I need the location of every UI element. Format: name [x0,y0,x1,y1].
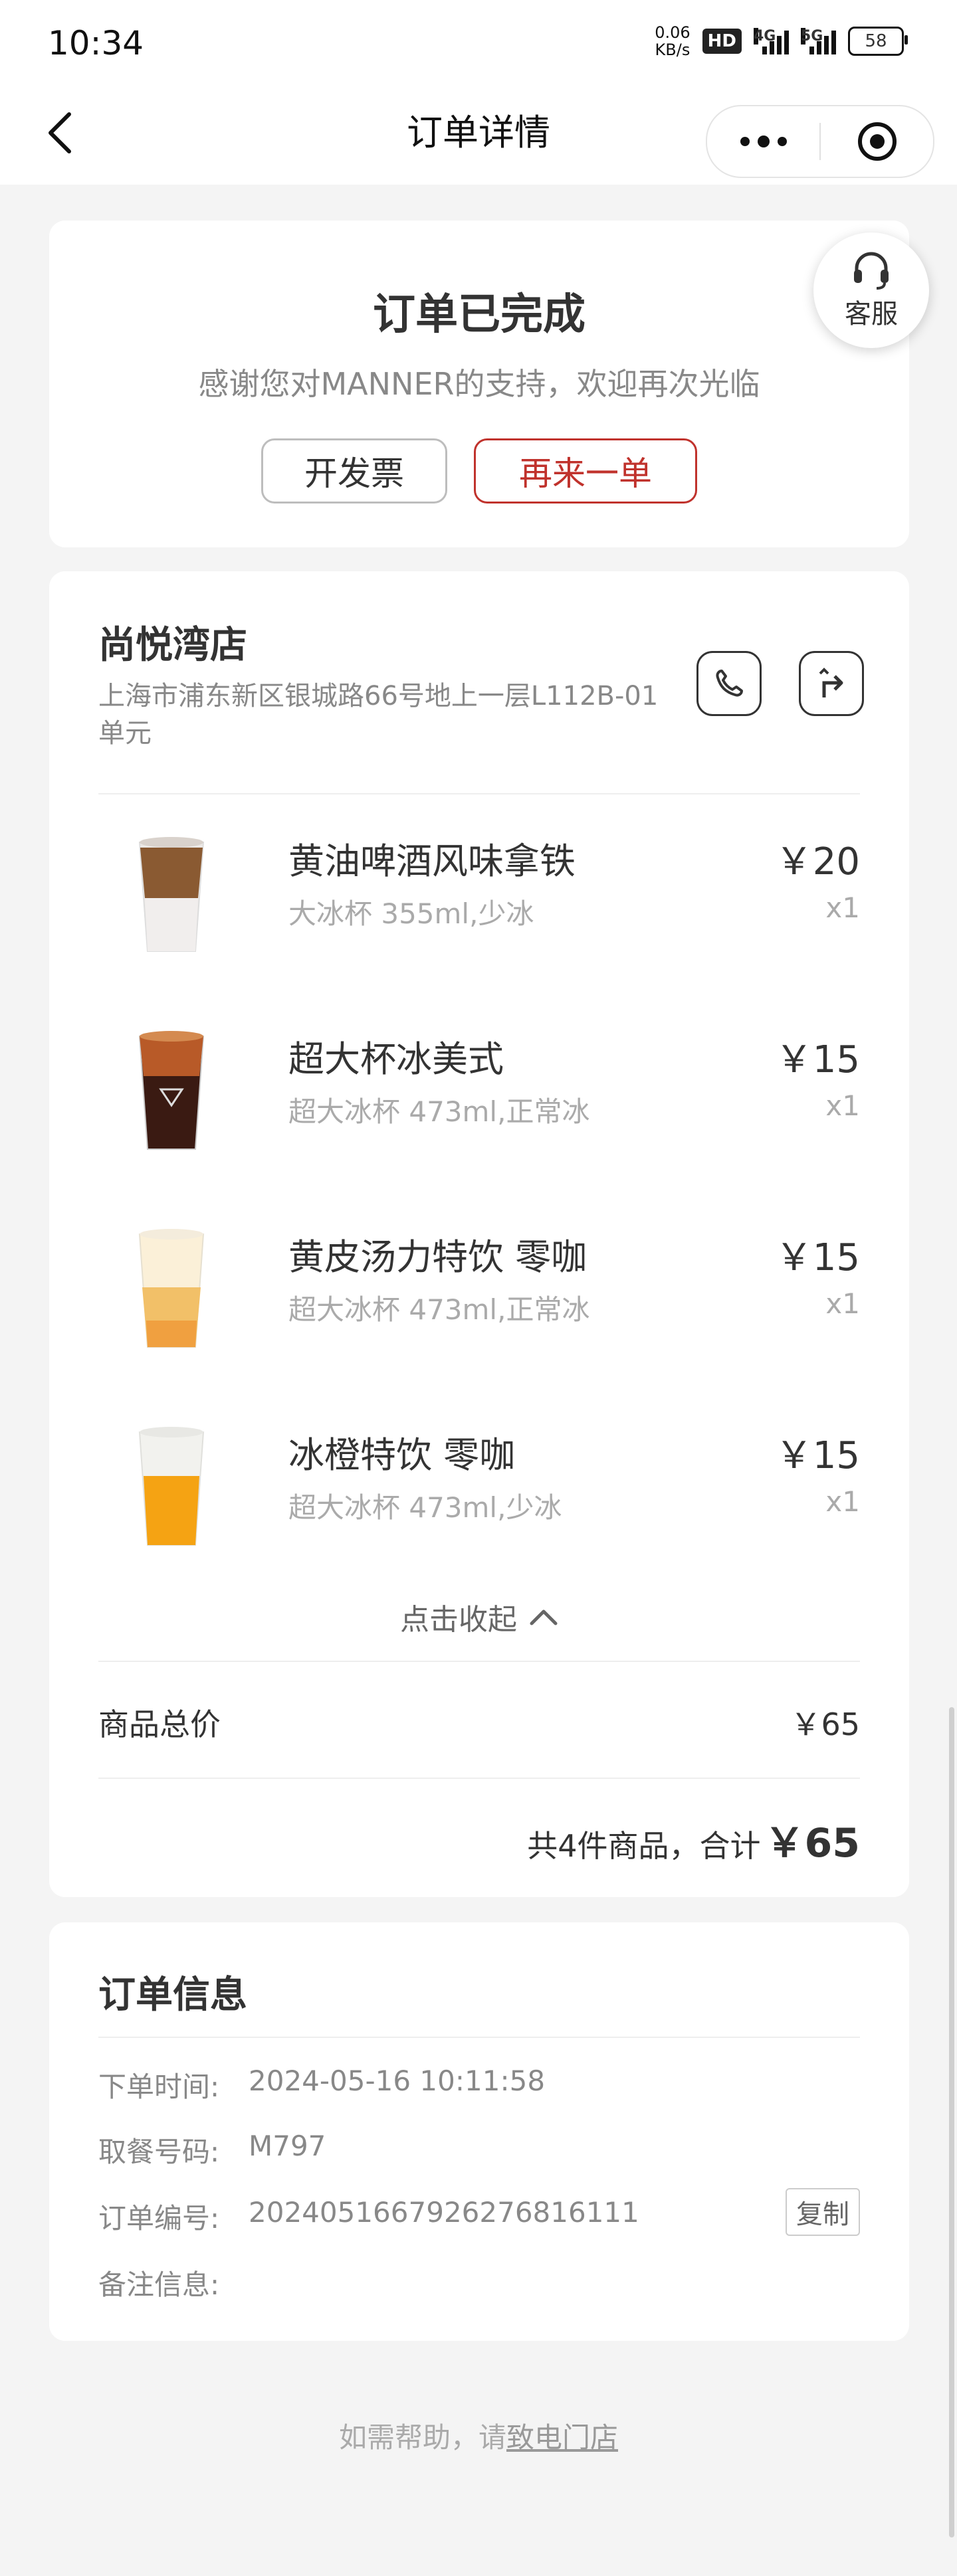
pickup-number-value: M797 [249,2130,326,2162]
order-info-card: 订单信息 下单时间: 2024-05-16 10:11:58 取餐号码: M79… [49,1922,909,2341]
close-miniprogram-button[interactable] [821,106,933,177]
copy-order-number-button[interactable]: 复制 [786,2188,860,2236]
help-footer: 如需帮助，请致电门店 [0,2415,957,2456]
item-spec: 大冰杯 355ml,少冰 [288,897,534,930]
status-time: 10:34 [48,24,144,62]
collapse-items-button[interactable]: 点击收起 [49,1596,909,1638]
invoice-button[interactable]: 开发票 [261,438,447,504]
summary-divider [98,1778,860,1779]
item-name: 冰橙特饮 零咖 [288,1434,516,1476]
item-name: 黄油啤酒风味拿铁 [288,840,576,882]
item-spec: 超大冰杯 473ml,少冰 [288,1491,562,1524]
chevron-up-icon [530,1610,558,1625]
reorder-button[interactable]: 再来一单 [474,438,697,504]
network-speed-value: 0.06 [655,23,691,42]
call-store-button[interactable] [696,651,762,716]
list-item: 冰橙特饮 零咖 超大冰杯 473ml,少冰 ￥15 x1 [98,1412,860,1578]
item-name: 黄皮汤力特饮 零咖 [288,1236,587,1278]
drink-image [138,1427,205,1546]
order-number-label: 订单编号: [98,2202,220,2235]
item-price: ￥15 [775,1236,860,1279]
pickup-number-label: 取餐号码: [98,2136,220,2168]
list-item: 超大杯冰美式 超大冰杯 473ml,正常冰 ￥15 x1 [98,1016,860,1182]
item-spec: 超大冰杯 473ml,正常冰 [288,1095,590,1128]
more-dots-icon [740,136,787,147]
target-circle-icon [857,122,897,161]
order-status-subtitle: 感谢您对MANNER的支持，欢迎再次光临 [198,366,760,402]
navigation-bar: 订单详情 [0,86,957,185]
directions-icon [819,668,843,697]
network-speed-unit: KB/s [655,41,691,59]
subtotal-label: 商品总价 [98,1706,221,1742]
item-price: ￥20 [775,840,860,883]
item-price: ￥15 [775,1434,860,1477]
hd-badge-icon: HD [702,29,742,54]
item-quantity: x1 [825,1287,860,1320]
item-spec: 超大冰杯 473ml,正常冰 [288,1293,590,1326]
customer-service-label: 客服 [845,299,898,329]
remark-label: 备注信息: [98,2268,220,2301]
miniprogram-capsule [706,105,934,178]
subtotal-value: ￥65 [790,1706,860,1742]
list-item: 黄油啤酒风味拿铁 大冰杯 355ml,少冰 ￥20 x1 [98,818,860,984]
battery-icon: 58 [848,27,908,56]
order-action-buttons: 开发票 再来一单 [49,438,909,504]
item-quantity: x1 [825,1089,860,1122]
more-button[interactable] [707,106,819,177]
headset-icon [854,252,889,290]
order-info-title: 订单信息 [98,1974,247,2017]
item-quantity: x1 [825,1485,860,1518]
store-name: 尚悦湾店 [98,624,247,667]
scrollbar[interactable] [949,1707,954,2537]
signal-4g-icon: 4G [754,28,789,54]
signal-5g-icon: 5G [801,28,836,54]
store-address: 上海市浦东新区银城路66号地上一层L112B-01单元 [98,681,659,749]
item-quantity: x1 [825,891,860,924]
order-info-divider [98,2037,860,2038]
order-status-title: 订单已完成 [373,290,585,339]
navigate-store-button[interactable] [799,651,864,716]
drink-image [138,1229,205,1348]
network-speed: 0.06 KB/s [655,24,690,58]
drink-image [138,837,205,952]
help-prefix: 如需帮助，请 [338,2421,506,2454]
signal-4g-label: 4G [754,28,776,45]
order-status-card: 订单已完成 感谢您对MANNER的支持，欢迎再次光临 开发票 再来一单 [49,221,909,547]
customer-service-button[interactable]: 客服 [813,232,929,348]
total-text: 共4件商品，合计 [527,1828,761,1864]
signal-5g-label: 5G [801,28,823,45]
status-icons: 0.06 KB/s HD 4G 5G 58 [655,24,908,58]
list-item: 黄皮汤力特饮 零咖 超大冰杯 473ml,正常冰 ￥15 x1 [98,1214,860,1380]
subtotal-row: 商品总价 ￥65 [98,1701,860,1744]
drink-image [138,1031,205,1150]
status-bar: 10:34 0.06 KB/s HD 4G 5G 58 [0,0,957,86]
call-store-link[interactable]: 致电门店 [506,2421,618,2454]
item-price: ￥15 [775,1038,860,1081]
collapse-label: 点击收起 [400,1603,517,1637]
order-number-value: 2024051667926276816111 [249,2196,639,2229]
total-row: 共4件商品，合计 ￥65 [527,1811,860,1869]
order-time-label: 下单时间: [98,2070,220,2103]
phone-icon [716,670,743,697]
store-order-card: 尚悦湾店 上海市浦东新区银城路66号地上一层L112B-01单元 黄油啤酒风味拿… [49,571,909,1897]
total-amount: ￥65 [764,1820,861,1867]
items-divider [98,1661,860,1662]
order-time-value: 2024-05-16 10:11:58 [249,2065,546,2097]
item-name: 超大杯冰美式 [288,1038,504,1080]
store-divider [98,793,860,794]
